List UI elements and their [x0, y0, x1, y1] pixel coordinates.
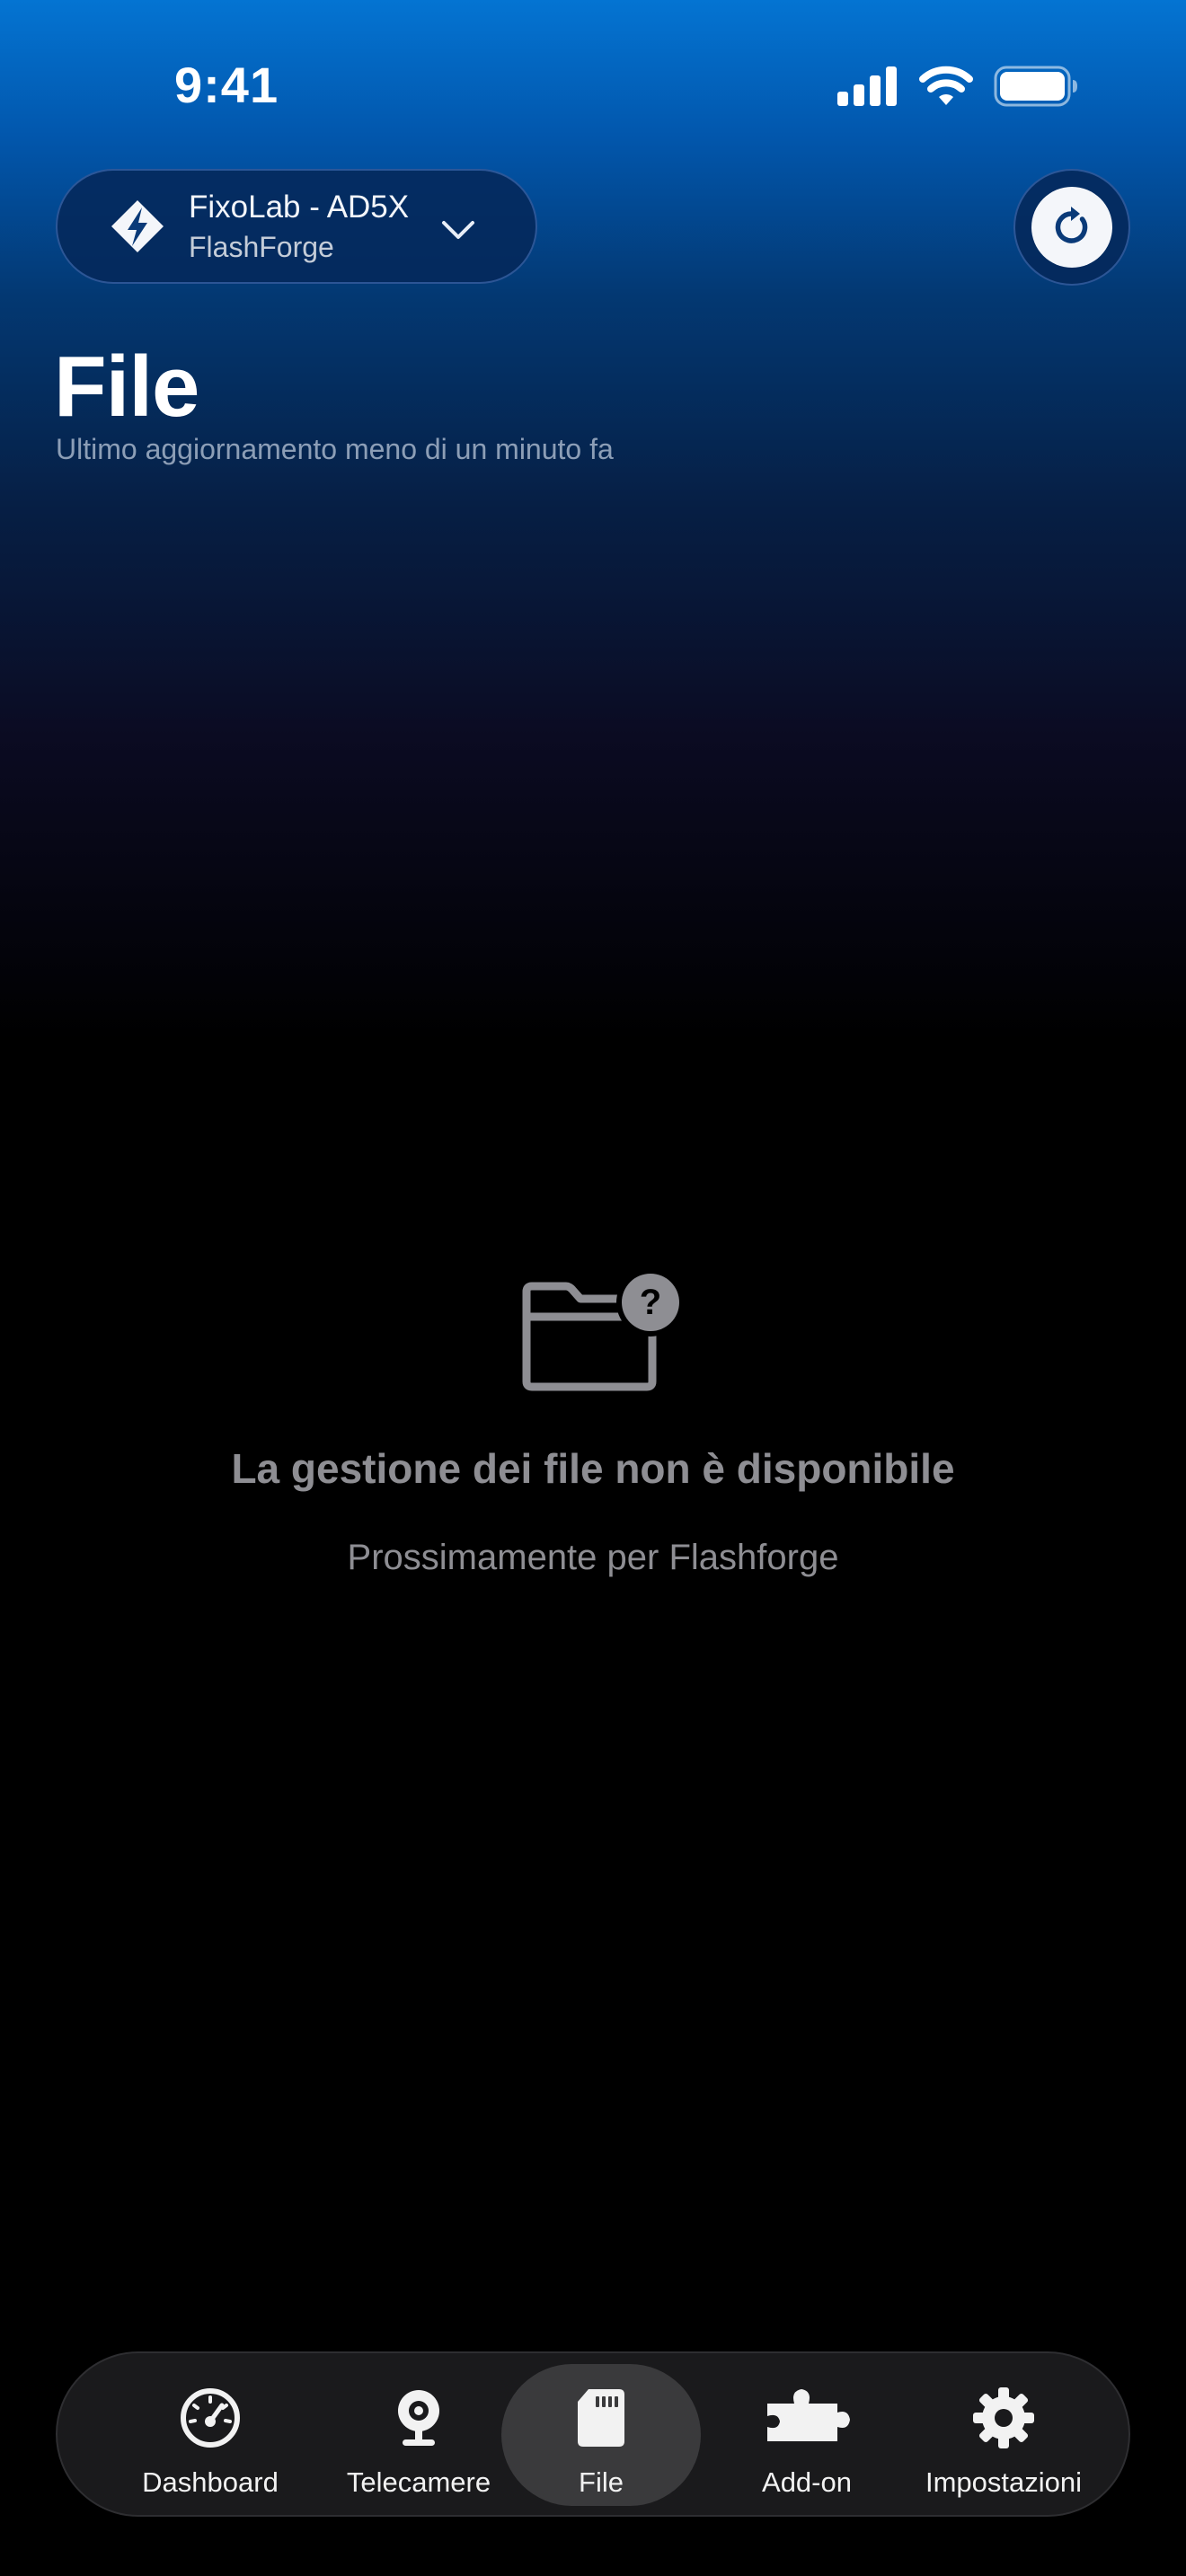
tab-file[interactable]: File [501, 2364, 701, 2506]
gear-icon [971, 2386, 1036, 2450]
sd-card-icon [569, 2386, 633, 2450]
page-title: File [54, 339, 199, 435]
puzzle-icon [760, 2386, 854, 2450]
flashforge-logo-icon [111, 200, 164, 252]
svg-text:?: ? [640, 1283, 661, 1322]
status-bar: 9:41 [0, 0, 1186, 171]
empty-state: ? La gestione dei file non è disponibile… [0, 1266, 1186, 1578]
tab-label: File [579, 2466, 624, 2498]
wifi-icon [919, 66, 973, 105]
empty-state-subtitle: Prossimamente per Flashforge [347, 1538, 839, 1577]
gauge-icon [178, 2386, 243, 2450]
status-time: 9:41 [174, 57, 279, 113]
tab-bar: Dashboard Telecamere File Add-on Imposta… [56, 2351, 1130, 2517]
battery-icon [994, 66, 1077, 107]
empty-state-title: La gestione dei file non è disponibile [231, 1445, 955, 1492]
refresh-button[interactable] [1013, 169, 1130, 286]
screen: 9:41 FixoLab - AD5X FlashForge File Ulti… [0, 0, 1186, 2576]
tab-telecamere[interactable]: Telecamere [318, 2353, 519, 2515]
webcam-icon [386, 2386, 451, 2450]
last-updated-text: Ultimo aggiornamento meno di un minuto f… [56, 433, 614, 465]
tab-label: Add-on [762, 2466, 852, 2498]
refresh-button-inner [1031, 187, 1112, 268]
tab-label: Impostazioni [925, 2466, 1083, 2498]
tab-impostazioni[interactable]: Impostazioni [904, 2353, 1103, 2515]
signal-icon [837, 66, 897, 106]
chevron-down-icon [442, 221, 474, 239]
tab-label: Dashboard [142, 2466, 279, 2498]
tab-label: Telecamere [346, 2466, 491, 2498]
status-icons [837, 65, 1078, 108]
folder-question-icon: ? [522, 1268, 685, 1391]
tab-dashboard[interactable]: Dashboard [119, 2353, 302, 2515]
printer-text: FixoLab - AD5X FlashForge [189, 188, 409, 265]
refresh-icon [1055, 207, 1088, 243]
printer-selector[interactable]: FixoLab - AD5X FlashForge [56, 169, 537, 284]
printer-brand: FlashForge [189, 231, 334, 263]
tab-add-on[interactable]: Add-on [719, 2353, 895, 2515]
printer-name: FixoLab - AD5X [189, 190, 410, 225]
